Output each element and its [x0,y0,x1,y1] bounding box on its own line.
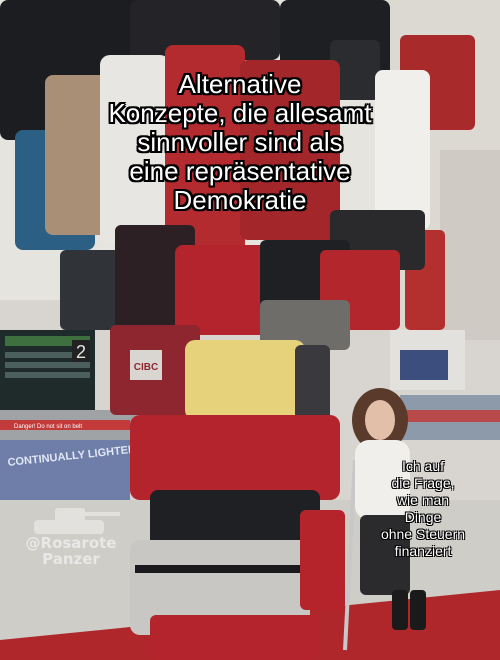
sign-number: 2 [76,342,86,362]
side-caption-line: Ich auf [401,458,445,474]
suitcase-brand-label: CIBC [134,362,158,373]
top-caption: Alternative Konzepte, die allesamt sinnv… [55,70,425,215]
side-caption: Ich auf die Frage, wie man Dinge ohne St… [358,458,488,560]
carousel-warning: Danger! Do not sit on belt [14,424,82,430]
top-caption-line: eine repräsentative [129,156,351,186]
side-caption-line: finanziert [394,543,452,559]
watermark-line: @Rosarote [25,534,117,552]
side-caption-line: ohne Steuern [380,526,466,542]
top-caption-line: Konzepte, die allesamt [108,98,372,128]
top-caption-line: Alternative [178,69,302,99]
meme-image: 2 Danger! Do not sit on belt CONTINUALLY… [0,0,500,660]
top-caption-line: Demokratie [173,185,307,215]
top-caption-line: sinnvoller sind als [137,127,343,157]
side-caption-line: wie man [396,492,450,508]
side-caption-line: Dinge [404,509,442,525]
side-caption-line: die Frage, [391,475,455,491]
watermark-line: Panzer [42,550,100,568]
watermark: @Rosarote Panzer [16,535,126,567]
